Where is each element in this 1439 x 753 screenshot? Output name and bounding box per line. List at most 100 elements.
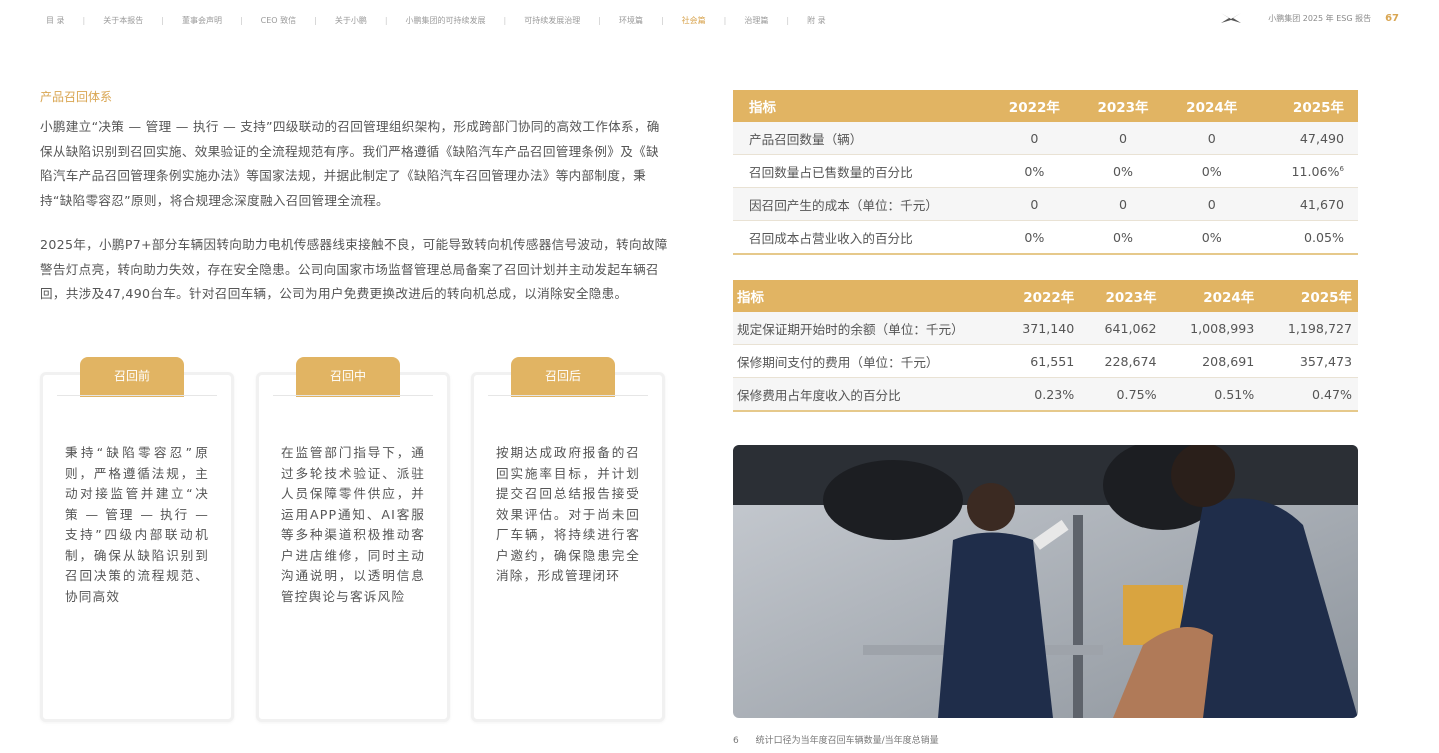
table-header-row: 指标 2022年 2023年 2024年 2025年 [733,280,1358,312]
recall-metrics-table: 指标 2022年 2023年 2024年 2025年 产品召回数量（辆） 0 0… [733,90,1358,255]
workshop-illustration [733,445,1358,718]
card-tab-label: 召回后 [511,357,615,397]
nav-separator: | [660,15,664,25]
table-header-cell: 2025年 [1300,290,1352,306]
table-cell: 0.51% [1162,377,1261,412]
table-cell: 0 [1167,122,1257,155]
table-cell: 产品召回数量（辆） [733,122,990,155]
table-row: 因召回产生的成本（单位：千元） 0 0 0 41,670 [733,187,1358,221]
table-cell: 因召回产生的成本（单位：千元） [733,187,990,221]
table-row: 召回成本占营业收入的百分比 0% 0% 0% 0.05% [733,220,1358,255]
table-row: 规定保证期开始时的余额（单位：千元） 371,140 641,062 1,008… [733,312,1358,345]
card-text: 按期达成政府报备的召回实施率目标，并计划提交召回总结报告接受效果评估。对于尚未回… [496,445,640,583]
table-row: 保修费用占年度收入的百分比 0.23% 0.75% 0.51% 0.47% [733,377,1358,412]
table-cell: 0.47% [1260,377,1358,412]
table-cell: 228,674 [1080,344,1163,378]
table-cell: 47,490 [1256,122,1358,155]
page-number: 67 [1385,12,1399,24]
nav-separator: | [503,15,507,25]
nav-items: 目 录 | 关于本报告 | 董事会声明 | CEO 致信 | 关于小鹏 | 小鹏集团的可持续发展 | 可… [40,15,832,26]
nav-item[interactable]: 董事会声明 [176,15,228,26]
warranty-metrics-table: 指标 2022年 2023年 2024年 2025年 规定保证期开始时的余额（单… [733,280,1358,412]
nav-separator: | [314,15,317,25]
top-navigation: 目 录 | 关于本报告 | 董事会声明 | CEO 致信 | 关于小鹏 | 小鹏集团的可持续发展 | 可… [40,12,1399,28]
table-header-cell: 2024年 [1203,290,1255,306]
nav-item[interactable]: 关于小鹏 [329,15,373,26]
nav-item[interactable]: 环境篇 [613,15,649,26]
table-cell: 0 [990,187,1079,221]
table-cell: 召回数量占已售数量的百分比 [733,154,990,188]
card-text: 秉持“缺陷零容忍”原则，严格遵循法规，主动对接监管并建立“决策 — 管理 — 执… [65,445,209,604]
table-cell: 召回成本占营业收入的百分比 [733,220,990,255]
table-cell: 0 [1078,187,1168,221]
card-before-recall: 召回前 秉持“缺陷零容忍”原则，严格遵循法规，主动对接监管并建立“决策 — 管理… [40,357,234,722]
table-cell: 0 [990,122,1079,155]
table-cell: 1,008,993 [1162,312,1261,345]
table-header-cell: 指标 [749,100,776,116]
table-cell: 0 [1078,122,1168,155]
nav-item[interactable]: 目 录 [40,15,71,26]
mechanic-photo [733,445,1358,718]
nav-separator: | [723,15,727,25]
nav-separator: | [239,15,243,25]
nav-item[interactable]: 治理篇 [738,15,774,26]
nav-separator: | [161,15,164,25]
footnote-marker: 6 [1339,164,1344,173]
table-cell: 0% [990,154,1079,188]
table-cell: 规定保证期开始时的余额（单位：千元） [733,312,998,345]
table-cell: 357,473 [1260,344,1358,378]
report-title: 小鹏集团 2025 年 ESG 报告 [1268,13,1372,23]
nav-separator: | [384,15,388,25]
intro-paragraph: 小鹏建立“决策 — 管理 — 执行 — 支持”四级联动的召回管理组织架构，形成跨… [40,119,660,208]
table-cell: 0% [1078,154,1168,188]
table-header-cell: 2023年 [1097,100,1149,116]
nav-item[interactable]: 附 录 [801,15,832,26]
table-row: 召回数量占已售数量的百分比 0% 0% 0% 11.06%6 [733,154,1358,188]
table-header-cell: 2022年 [1008,100,1060,116]
table-cell: 208,691 [1162,344,1261,378]
table-cell: 0 [1167,187,1257,221]
recall-event-paragraph: 2025年，小鹏P7+部分车辆因转向助力电机传感器线束接触不良，可能导致转向机传… [40,237,668,301]
header-right: 小鹏集团 2025 年 ESG 报告 67 [1220,12,1399,24]
table-header-cell: 指标 [737,290,764,306]
xpeng-logo-icon [1221,13,1242,23]
card-text: 在监管部门指导下，通过多轮技术验证、派驻人员保障零件供应，并运用APP通知、AI… [281,445,425,604]
footnote-number: 6 [733,736,739,746]
table-cell: 0.05% [1256,220,1358,255]
card-tab-label: 召回前 [80,357,184,397]
table-header-cell: 2024年 [1186,100,1238,116]
table-cell: 0% [990,220,1079,255]
nav-separator: | [82,15,86,25]
table-cell: 0.23% [998,377,1081,412]
footnote-text: 统计口径为当年度召回车辆数量/当年度总销量 [755,736,939,746]
table-cell: 1,198,727 [1260,312,1358,345]
card-divider [273,395,433,396]
table-cell: 641,062 [1080,312,1163,345]
table-cell: 0% [1167,154,1257,188]
card-after-recall: 召回后 按期达成政府报备的召回实施率目标，并计划提交召回总结报告接受效果评估。对… [471,357,665,722]
table-cell: 11.06%6 [1256,154,1358,188]
nav-item[interactable]: 社会篇 [676,15,712,26]
table-cell: 0.75% [1080,377,1163,412]
nav-item[interactable]: 可持续发展治理 [518,15,586,26]
table-header-cell: 2023年 [1105,290,1157,306]
footnote: 6 统计口径为当年度召回车辆数量/当年度总销量 [733,733,939,746]
table-row: 产品召回数量（辆） 0 0 0 47,490 [733,122,1358,155]
table-cell: 0% [1167,220,1257,255]
table-cell: 41,670 [1256,187,1358,221]
nav-item[interactable]: CEO 致信 [255,15,302,26]
nav-item[interactable]: 关于本报告 [97,15,149,26]
table-cell-value: 11.06% [1291,163,1340,179]
card-divider [488,395,648,396]
table-header-row: 指标 2022年 2023年 2024年 2025年 [733,90,1358,122]
card-tab-label: 召回中 [296,357,400,397]
table-header-cell: 2022年 [1023,290,1075,306]
section-title: 产品召回体系 [40,90,113,104]
table-row: 保修期间支付的费用（单位：千元） 61,551 228,674 208,691 … [733,344,1358,378]
table-cell: 371,140 [998,312,1081,345]
table-cell: 保修期间支付的费用（单位：千元） [733,344,998,378]
table-cell: 61,551 [998,344,1081,378]
nav-item[interactable]: 小鹏集团的可持续发展 [400,15,492,26]
card-during-recall: 召回中 在监管部门指导下，通过多轮技术验证、派驻人员保障零件供应，并运用APP通… [256,357,450,722]
table-cell: 保修费用占年度收入的百分比 [733,377,998,412]
